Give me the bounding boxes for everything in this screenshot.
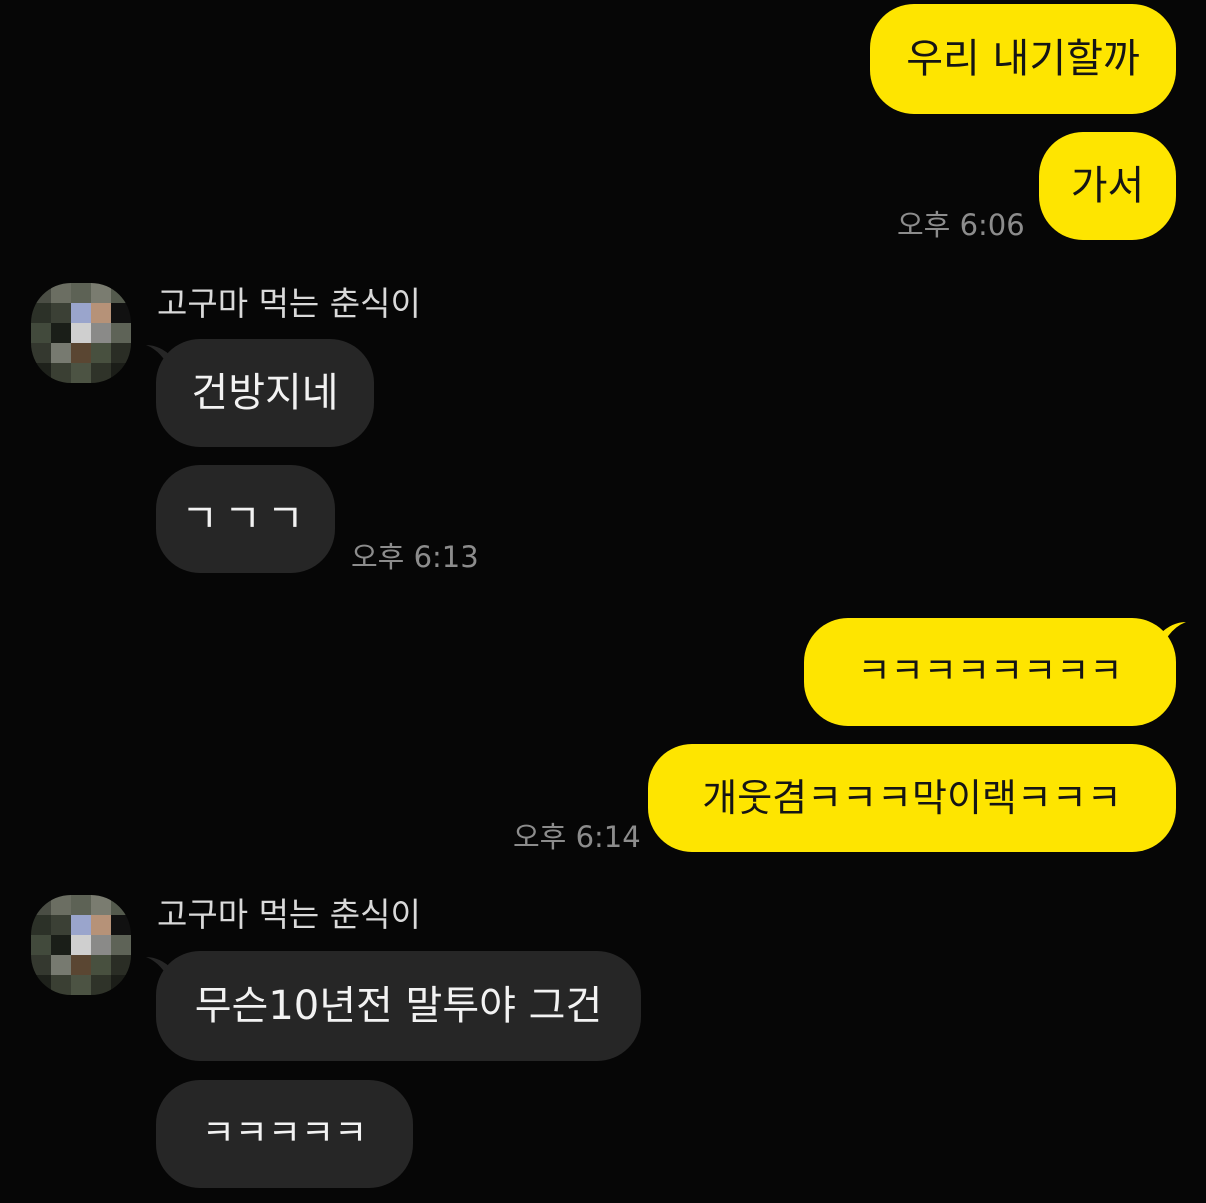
message-timestamp: 오후 6:06 <box>897 208 1025 242</box>
message-bubble-incoming[interactable]: 무슨10년전 말투야 그건 <box>156 951 641 1061</box>
sender-name: 고구마 먹는 춘식이 <box>157 284 421 323</box>
message-text: ㅋㅋㅋㅋㅋㅋㅋㅋ <box>857 651 1123 692</box>
message-bubble-outgoing[interactable]: ㅋㅋㅋㅋㅋㅋㅋㅋ <box>804 618 1176 726</box>
message-timestamp: 오후 6:14 <box>513 820 641 854</box>
message-bubble-incoming[interactable]: 건방지네 <box>156 339 374 447</box>
sender-avatar[interactable] <box>31 283 131 383</box>
chat-thread[interactable]: 우리 내기할까 가서 오후 6:06 고구마 먹는 춘식이 건방지네 ㄱㄱㄱ 오… <box>0 0 1206 1203</box>
message-text: 건방지네 <box>191 370 339 416</box>
message-bubble-incoming[interactable]: ㅋㅋㅋㅋㅋ <box>156 1080 413 1188</box>
message-bubble-outgoing[interactable]: 개웃겸ㅋㅋㅋ막이랙ㅋㅋㅋ <box>648 744 1176 852</box>
message-text: 우리 내기할까 <box>906 36 1140 82</box>
sender-avatar[interactable] <box>31 895 131 995</box>
message-text: 개웃겸ㅋㅋㅋ막이랙ㅋㅋㅋ <box>702 776 1122 820</box>
message-timestamp: 오후 6:13 <box>351 540 479 574</box>
message-text: 무슨10년전 말투야 그건 <box>194 983 603 1029</box>
message-bubble-incoming[interactable]: ㄱㄱㄱ <box>156 465 335 573</box>
message-text: 가서 <box>1070 163 1145 209</box>
message-bubble-outgoing[interactable]: 우리 내기할까 <box>870 4 1176 114</box>
sender-name: 고구마 먹는 춘식이 <box>157 895 421 934</box>
message-text: ㄱㄱㄱ <box>181 496 310 542</box>
message-text: ㅋㅋㅋㅋㅋ <box>201 1113 368 1154</box>
message-bubble-outgoing[interactable]: 가서 <box>1039 132 1176 240</box>
